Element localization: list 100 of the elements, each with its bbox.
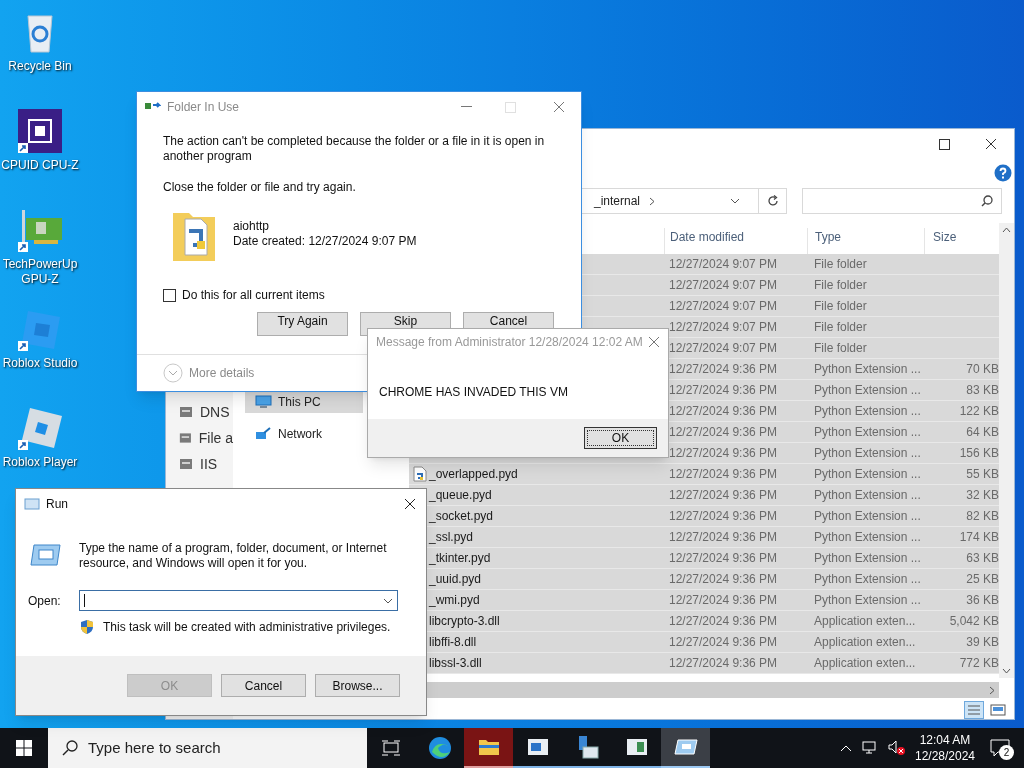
checkbox-label[interactable]: Do this for all current items	[182, 286, 325, 304]
chevron-up-icon[interactable]	[840, 744, 852, 752]
checkbox[interactable]	[163, 288, 176, 302]
type-cell: Python Extension ...	[814, 530, 921, 544]
network-icon	[255, 427, 272, 441]
item-name: aiohttp	[233, 219, 271, 234]
server-icon[interactable]	[576, 735, 599, 759]
date-cell: 12/27/2024 9:07 PM	[669, 341, 778, 355]
file-name: _tkinter.pyd	[429, 550, 491, 567]
nav-item[interactable]: This PC	[245, 391, 363, 413]
size-cell-text: 25 KB	[966, 571, 999, 588]
dialog-button[interactable]: Browse...	[315, 674, 400, 697]
size-cell-text: 55 KB	[966, 466, 999, 483]
run-window-icon	[30, 541, 62, 569]
size-cell-text: 82 KB	[966, 508, 999, 525]
size-cell-text: 122 KB	[959, 403, 999, 420]
date-cell: 12/27/2024 9:07 PM	[669, 257, 778, 271]
clock-time[interactable]: 12:04 AM	[919, 732, 971, 748]
size-cell-text: 5,042 KB	[949, 613, 999, 630]
date-cell: 12/27/2024 9:36 PM	[669, 383, 778, 397]
date-cell: 12/27/2024 9:36 PM	[669, 635, 778, 649]
type-cell: Application exten...	[814, 656, 916, 670]
window-title: Folder In Use	[167, 99, 240, 116]
python-file-icon	[413, 466, 427, 482]
date-cell: 12/27/2024 9:36 PM	[669, 425, 778, 439]
windows-logo-icon[interactable]	[16, 740, 32, 756]
clock-date[interactable]: 12/28/2024	[914, 748, 976, 764]
date-cell: 12/27/2024 9:36 PM	[669, 572, 778, 586]
file-row[interactable]: _overlapped.pyd 12/27/2024 9:36 PM Python Extension ... 55 KB	[409, 464, 999, 485]
item-date: Date created: 12/27/2024 9:07 PM	[233, 234, 417, 249]
size-cell-text: 70 KB	[966, 361, 999, 378]
notification-icon[interactable]	[990, 739, 1010, 757]
size-cell-text: 36 KB	[966, 592, 999, 609]
chevron-down-icon[interactable]	[730, 198, 741, 205]
type-cell: Python Extension ...	[814, 362, 921, 376]
admin-note: This task will be created with administrative privileges.	[103, 619, 391, 636]
scroll-right-icon[interactable]	[989, 685, 995, 695]
dialog-message: The action can't be completed because the folder or a file in it is open in another program	[163, 134, 546, 164]
scroll-down-icon[interactable]	[1002, 668, 1011, 674]
help-icon[interactable]	[994, 163, 1012, 182]
search-field[interactable]	[802, 188, 1002, 215]
browser-icon[interactable]	[427, 736, 452, 760]
server-role-item[interactable]: DNS	[200, 401, 230, 423]
file-name: _wmi.pyd	[429, 592, 480, 609]
dialog-button[interactable]: Cancel	[221, 674, 306, 697]
type-cell: File folder	[814, 299, 867, 313]
server-role-item[interactable]: IIS	[200, 453, 218, 475]
date-cell: 12/27/2024 9:36 PM	[669, 551, 778, 565]
chevron-down-icon[interactable]	[383, 597, 393, 604]
muted-speaker-icon[interactable]	[888, 740, 906, 756]
server-role-icon	[178, 430, 193, 446]
close-icon[interactable]	[404, 498, 416, 510]
vertical-scrollbar[interactable]	[999, 223, 1014, 678]
shield-icon	[80, 619, 94, 635]
run-window-icon[interactable]	[673, 738, 698, 756]
search-icon	[62, 740, 78, 756]
size-cell-text: 156 KB	[959, 445, 999, 462]
type-cell: Python Extension ...	[814, 593, 921, 607]
type-cell: Python Extension ...	[814, 551, 921, 565]
date-cell: 12/27/2024 9:07 PM	[669, 278, 778, 292]
minimize-icon[interactable]	[461, 106, 472, 108]
window-icon[interactable]	[527, 738, 549, 756]
task-view-icon[interactable]	[382, 740, 400, 756]
ok-button[interactable]: OK	[584, 427, 657, 449]
open-label: Open:	[27, 592, 62, 610]
thumbnail-view-icon[interactable]	[988, 701, 1008, 719]
date-cell: 12/27/2024 9:36 PM	[669, 404, 778, 418]
taskbar-search-field[interactable]: Type here to search	[48, 728, 367, 768]
date-cell: 12/27/2024 9:36 PM	[669, 446, 778, 460]
close-icon[interactable]	[985, 138, 997, 151]
dialog-instruction: Close the folder or file and try again.	[163, 180, 357, 195]
chip-icon	[16, 107, 64, 155]
type-cell: Python Extension ...	[814, 572, 921, 586]
server-role-item[interactable]: File a	[198, 427, 233, 449]
chevron-right-icon	[649, 196, 656, 206]
size-cell-text: 772 KB	[959, 655, 999, 672]
file-name: _overlapped.pyd	[429, 466, 518, 483]
open-combobox[interactable]	[79, 590, 398, 611]
type-cell: Application exten...	[814, 635, 916, 649]
maximize-icon[interactable]	[939, 139, 950, 150]
date-cell: 12/27/2024 9:36 PM	[669, 656, 778, 670]
network-icon[interactable]	[862, 741, 878, 755]
window-icon[interactable]	[625, 738, 648, 756]
more-details-link[interactable]: More details	[189, 364, 255, 382]
file-row[interactable]: _queue.pyd 12/27/2024 9:36 PM Python Extension ... 32 KB	[409, 485, 999, 506]
file-name: _ssl.pyd	[429, 529, 474, 546]
date-cell: 12/27/2024 9:36 PM	[669, 467, 778, 481]
size-cell-text: 39 KB	[966, 634, 999, 651]
date-cell: 12/27/2024 9:07 PM	[669, 299, 778, 313]
dialog-button[interactable]: Try Again	[257, 312, 348, 336]
server-role-icon	[178, 404, 194, 420]
file-name: _queue.pyd	[429, 487, 492, 504]
maximize-icon	[505, 101, 516, 113]
size-cell-text: 83 KB	[966, 382, 999, 399]
scroll-up-icon[interactable]	[1002, 227, 1011, 233]
refresh-button[interactable]	[759, 188, 787, 215]
size-cell-text: 63 KB	[966, 550, 999, 567]
type-cell: File folder	[814, 257, 867, 271]
folder-icon[interactable]	[477, 738, 500, 756]
date-cell: 12/27/2024 9:07 PM	[669, 320, 778, 334]
